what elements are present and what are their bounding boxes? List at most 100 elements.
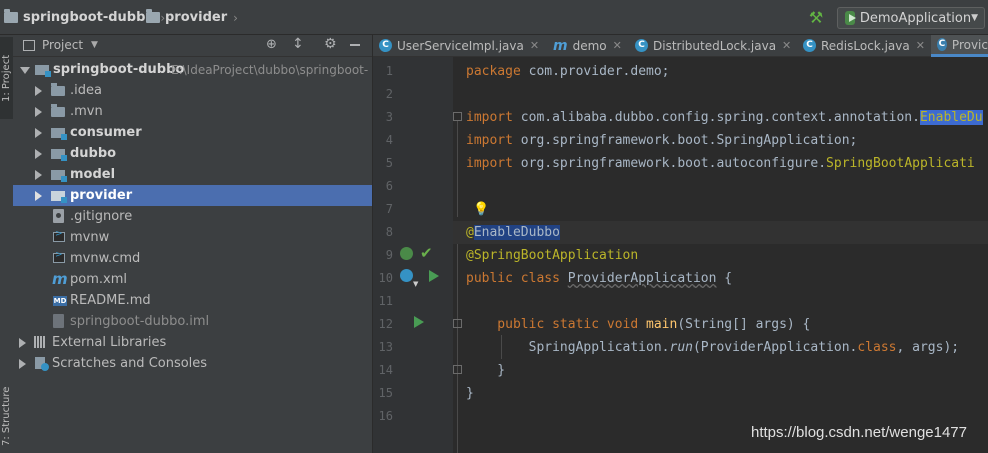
run-configuration-select[interactable]: DemoApplication ▼	[837, 7, 985, 29]
project-panel-header: Project ▼ ⊕ ↕ ⚙	[13, 35, 372, 57]
run-icon[interactable]	[429, 270, 439, 282]
structure-tool-tab[interactable]: 7: Structure	[0, 380, 13, 453]
code-line-14: }	[466, 363, 506, 378]
line-number: 5	[385, 156, 393, 170]
module-folder-icon	[51, 128, 67, 140]
tab-distributedlock[interactable]: C DistributedLock.java ✕	[635, 35, 791, 56]
spring-leaf-icon[interactable]: ✔	[420, 244, 433, 262]
class-icon: C	[635, 39, 648, 52]
gear-icon[interactable]: ⚙	[324, 36, 337, 52]
libraries-icon	[34, 336, 48, 349]
line-number: 4	[385, 133, 393, 147]
code-editor[interactable]: 💡 package com.provider.demo; import com.…	[453, 57, 988, 453]
expand-arrow-icon[interactable]	[35, 107, 42, 117]
tree-item-label: README.md	[70, 293, 151, 308]
watermark-text: https://blog.csdn.net/wenge1477	[751, 424, 967, 441]
fold-marker-icon[interactable]	[453, 112, 462, 121]
project-panel-title[interactable]: Project	[42, 38, 83, 52]
tab-userserviceimpl[interactable]: C UserServiceImpl.java ✕	[379, 35, 539, 56]
tree-item-external-libraries[interactable]: External Libraries	[13, 332, 372, 353]
tree-item-label: springboot-dubbo	[53, 62, 185, 77]
fold-guide	[457, 121, 458, 217]
tree-item-label: .gitignore	[70, 209, 133, 224]
expand-arrow-icon[interactable]	[19, 338, 26, 348]
expand-arrow-icon[interactable]	[35, 149, 42, 159]
expand-arrow-icon[interactable]	[20, 67, 30, 74]
line-number: 10	[378, 271, 393, 285]
tree-item-root[interactable]: springboot-dubbo E:\IdeaProject\dubbo\sp…	[13, 59, 372, 80]
run-icon[interactable]	[414, 316, 424, 328]
tree-item-pom[interactable]: m pom.xml	[13, 269, 372, 290]
tree-item-label: springboot-dubbo.iml	[70, 314, 210, 329]
close-icon[interactable]: ✕	[530, 39, 539, 52]
close-icon[interactable]: ✕	[916, 39, 925, 52]
tab-demo[interactable]: m demo ✕	[553, 35, 622, 56]
tree-item-label: consumer	[70, 125, 142, 140]
maven-icon: m	[553, 37, 568, 54]
springboot-class-icon[interactable]	[400, 269, 413, 282]
tab-label: Provic	[951, 37, 988, 52]
close-icon[interactable]: ✕	[613, 39, 622, 52]
line-number: 9	[385, 248, 393, 262]
breadcrumb-module[interactable]: provider ›	[146, 0, 238, 35]
spring-bean-icon[interactable]	[400, 247, 413, 260]
project-tool-tab-label: 1: Project	[1, 54, 12, 102]
line-number: 8	[385, 225, 393, 239]
close-icon[interactable]: ✕	[782, 39, 791, 52]
breadcrumb-project[interactable]: springboot-dubbo ›	[4, 0, 165, 35]
code-line-1: package com.provider.demo;	[466, 64, 670, 79]
code-line-15: }	[466, 386, 474, 401]
springboot-class-icon: C	[937, 38, 947, 51]
line-number: 15	[378, 386, 393, 400]
tree-item-dubbo[interactable]: dubbo	[13, 143, 372, 164]
tree-item-mvn[interactable]: .mvn	[13, 101, 372, 122]
tree-item-mvnw[interactable]: mvnw	[13, 227, 372, 248]
module-folder-icon	[51, 149, 67, 161]
dropdown-arrow-icon[interactable]: ▼	[413, 280, 418, 288]
project-tool-tab[interactable]: 1: Project	[0, 37, 13, 119]
tree-item-mvnw-cmd[interactable]: mvnw.cmd	[13, 248, 372, 269]
tree-item-scratches[interactable]: Scratches and Consoles	[13, 353, 372, 374]
line-number: 6	[385, 179, 393, 193]
tree-item-label: External Libraries	[52, 335, 167, 350]
tree-item-provider[interactable]: provider	[13, 185, 372, 206]
tree-item-gitignore[interactable]: .gitignore	[13, 206, 372, 227]
editor-tabs: C UserServiceImpl.java ✕ m demo ✕ C Dist…	[373, 35, 988, 57]
expand-arrow-icon[interactable]	[35, 128, 42, 138]
tree-item-label: provider	[70, 188, 133, 203]
iml-file-icon	[53, 314, 64, 328]
tree-item-model[interactable]: model	[13, 164, 372, 185]
build-hammer-icon[interactable]: ⚒	[806, 8, 826, 28]
tree-item-iml[interactable]: springboot-dubbo.iml	[13, 311, 372, 332]
tab-label: UserServiceImpl.java	[397, 38, 524, 53]
tree-item-label: dubbo	[70, 146, 117, 161]
class-icon: C	[379, 39, 392, 52]
expand-arrow-icon[interactable]	[35, 170, 42, 180]
fold-marker-icon[interactable]	[453, 365, 462, 374]
expand-arrow-icon[interactable]	[35, 191, 42, 201]
code-line-5: import org.springframework.boot.autoconf…	[466, 156, 975, 171]
folder-icon	[4, 9, 18, 23]
tab-providerapplication[interactable]: C Provic	[931, 35, 988, 57]
locate-icon[interactable]: ⊕	[266, 37, 277, 52]
breadcrumb-module-label: provider	[165, 10, 228, 25]
tree-item-readme[interactable]: MD README.md	[13, 290, 372, 311]
hide-panel-icon[interactable]	[350, 44, 360, 46]
expand-arrow-icon[interactable]	[35, 86, 42, 96]
markdown-file-icon: MD	[53, 296, 67, 306]
expand-arrow-icon[interactable]	[19, 359, 26, 369]
view-dropdown-icon[interactable]: ▼	[91, 40, 98, 50]
fold-guide	[457, 233, 458, 453]
tree-item-label: Scratches and Consoles	[52, 356, 208, 371]
tree-item-idea[interactable]: .idea	[13, 80, 372, 101]
project-view-icon	[23, 40, 35, 51]
tree-item-consumer[interactable]: consumer	[13, 122, 372, 143]
line-number: 16	[378, 409, 393, 423]
project-panel: Project ▼ ⊕ ↕ ⚙ springboot-dubbo E:\Idea…	[13, 35, 372, 453]
fold-marker-icon[interactable]	[453, 319, 462, 328]
collapse-all-icon[interactable]: ↕	[292, 36, 304, 52]
lightbulb-icon[interactable]: 💡	[473, 202, 489, 217]
tab-redislock[interactable]: C RedisLock.java ✕	[803, 35, 925, 56]
editor-gutter[interactable]: 1 2 3 4 5 6 7 8 9 10 11 12 13 14 15 16 ✔…	[373, 57, 453, 453]
code-line-10: public class ProviderApplication {	[466, 271, 733, 286]
